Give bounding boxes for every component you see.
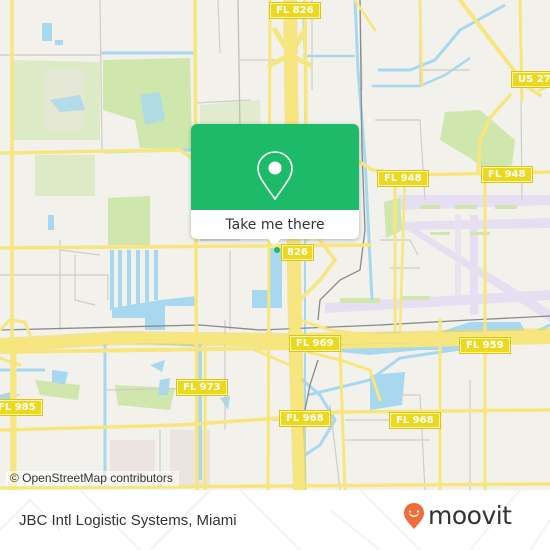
road-shield-fl985: FL 985 [0, 400, 42, 415]
popup-pointer [267, 238, 281, 246]
place-name: JBC Intl Logistic Systems, Miami [19, 512, 237, 529]
road-shield-fl968: FL 968 [390, 413, 440, 428]
moovit-logo[interactable]: moovit [403, 501, 512, 531]
map-attribution[interactable]: © OpenStreetMap contributors [6, 471, 179, 486]
moovit-pin-icon [404, 503, 424, 529]
road-shield-fl969: FL 969 [290, 336, 340, 351]
road-shield-fl826-partial: 826 [282, 245, 313, 260]
take-me-there-button[interactable]: Take me there [191, 210, 359, 239]
location-popup: Take me there [191, 124, 359, 246]
road-shield-us27: US 27 [512, 72, 550, 87]
road-shield-fl968: FL 968 [280, 411, 330, 426]
popup-header [191, 124, 359, 210]
location-marker[interactable] [274, 247, 280, 253]
road-shield-fl948: FL 948 [482, 167, 532, 182]
location-pin-icon [257, 151, 293, 201]
road-shield-fl959: FL 959 [460, 338, 510, 353]
footer-bar: JBC Intl Logistic Systems, Miami moovit [0, 490, 550, 550]
moovit-wordmark: moovit [428, 501, 512, 530]
road-shield-fl973: FL 973 [177, 380, 227, 395]
road-shield-fl948: FL 948 [378, 171, 428, 186]
map-view[interactable]: FL 826 FL 826 US 27 FL 948 FL 948 FL 969… [0, 0, 550, 490]
road-shield-fl826: FL 826 [270, 3, 320, 18]
